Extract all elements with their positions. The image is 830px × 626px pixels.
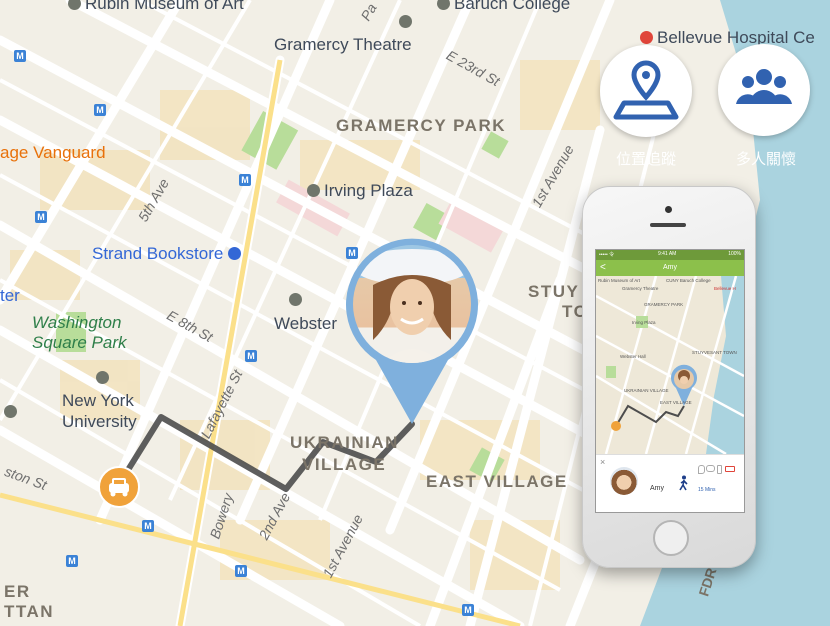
district-east-village: EAST VILLAGE [426, 472, 568, 491]
mini-label-stuyvesant: STUYVESANT TOWN [692, 350, 737, 355]
museum-icon [68, 0, 81, 10]
phone-camera [665, 206, 672, 213]
phone-screen: ••••• 令 9:41 AM 100% < Amy Rubin Museum … [595, 249, 745, 513]
poi-left-marker [4, 402, 21, 422]
poi-irving-plaza[interactable]: Irving Plaza [307, 181, 413, 201]
taxi-marker[interactable] [98, 466, 140, 508]
poi-webster-hall-marker [289, 290, 306, 310]
district-ttan: TTAN [4, 602, 55, 621]
phone-call-icon[interactable] [717, 465, 722, 474]
metro-icon: M [94, 104, 106, 116]
poi-gramercy-theatre-marker [399, 12, 416, 32]
battery-icon [725, 466, 735, 472]
map-stage: M M M M M M M M M M Rubin Museum of Art … [0, 0, 830, 626]
school-icon [437, 0, 450, 10]
poi-new-york-university[interactable]: New York University [62, 390, 137, 432]
walking-person-icon [679, 475, 688, 491]
metro-icon: M [245, 350, 257, 362]
taxi-icon [109, 478, 129, 497]
phone-status-bar: ••••• 令 9:41 AM 100% [596, 250, 744, 260]
metro-icon: M [239, 174, 251, 186]
phone-nav-bar: < Amy [596, 260, 744, 276]
mini-label-east-village: EAST VILLAGE [660, 400, 692, 405]
music-venue-icon [289, 293, 302, 306]
district-stuyvesant-1: STUY [528, 282, 580, 301]
poi-strand-bookstore[interactable]: Strand Bookstore [92, 244, 245, 264]
group-care-label: 多人關懷 [735, 150, 796, 168]
phone-mockup: ••••• 令 9:41 AM 100% < Amy Rubin Museum … [582, 186, 756, 568]
poi-village-vanguard[interactable]: age Vanguard [0, 143, 106, 163]
poi-washington-square-park[interactable]: Washington Square Park [32, 313, 127, 353]
eta-text: 15 Mins [698, 487, 716, 493]
hospital-icon [640, 31, 653, 44]
metro-icon: M [35, 211, 47, 223]
mini-label-gramercy-theatre: Gramercy Theatre [622, 286, 659, 291]
contact-name: Amy [650, 485, 664, 492]
metro-icon: M [14, 50, 26, 62]
metro-icon: M [66, 555, 78, 567]
district-er: ER [4, 582, 31, 601]
group-care-button[interactable] [718, 44, 810, 136]
group-people-icon [736, 69, 792, 104]
location-tracking-button[interactable] [600, 45, 692, 137]
phone-mini-map[interactable]: Rubin Museum of Art CUNY Baruch College … [596, 276, 744, 454]
poi-gramercy-theatre[interactable]: Gramercy Theatre [274, 35, 412, 55]
avatar-portrait [354, 249, 470, 363]
district-gramercy-park: GRAMERCY PARK [336, 116, 506, 135]
location-tracking-label: 位置追蹤 [615, 150, 676, 168]
poi-ter: ter [0, 286, 20, 305]
phone-bottom-card: × Amy 15 Mins [596, 454, 744, 512]
mini-label-webster: Webster Hall [620, 354, 646, 359]
mini-label-rubin: Rubin Museum of Art [598, 278, 641, 283]
mini-label-ukrainian: UKRAINIAN VILLAGE [624, 388, 669, 393]
close-icon[interactable]: × [600, 457, 605, 467]
metro-icon: M [462, 604, 474, 616]
district-ukrainian-village: UKRAINIAN VILLAGE [290, 433, 399, 474]
phone-speaker [650, 223, 686, 227]
place-icon [4, 405, 17, 418]
theatre-icon [399, 15, 412, 28]
map-marker-icon[interactable] [698, 465, 705, 474]
music-venue-icon [307, 184, 320, 197]
map-pin-icon [613, 60, 679, 120]
metro-icon: M [235, 565, 247, 577]
metro-icon: M [142, 520, 154, 532]
chat-icon[interactable] [706, 465, 715, 472]
avatar [353, 245, 471, 363]
poi-webster-hall[interactable]: Webster [274, 314, 337, 334]
mini-label-bellevue: Bellevue H [714, 286, 736, 291]
school-icon [96, 371, 109, 384]
mini-label-gramercy-park: GRAMERCY PARK [644, 302, 684, 307]
phone-home-button[interactable] [653, 520, 689, 556]
user-location-pin[interactable] [340, 238, 484, 428]
poi-baruch-college[interactable]: Baruch College [437, 0, 570, 14]
back-chevron-icon[interactable]: < [600, 260, 606, 276]
poi-nyu-marker [96, 368, 113, 388]
mini-label-irving: Irving Plaza [632, 320, 656, 325]
poi-rubin-museum[interactable]: Rubin Museum of Art [68, 0, 244, 14]
shopping-bag-icon [228, 247, 242, 260]
mini-label-baruch: CUNY Baruch College [666, 278, 711, 283]
phone-nav-title: Amy [663, 264, 677, 271]
mini-avatar [610, 467, 638, 495]
